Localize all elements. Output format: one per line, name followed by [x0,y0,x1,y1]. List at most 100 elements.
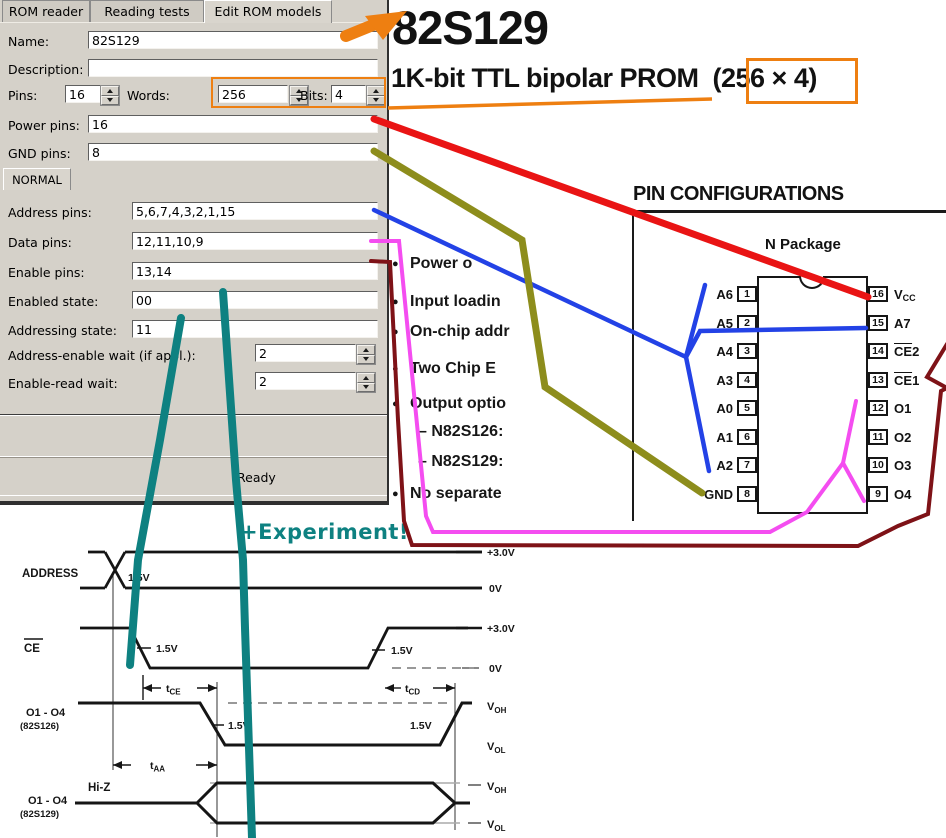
aew-down-icon[interactable] [357,355,375,365]
address-enable-wait-label: Address-enable wait (if appl.): [8,348,196,363]
orange-connector-line [388,99,712,108]
pin-label-ce2: CE2 [894,344,946,359]
pin-11: 11 [868,429,888,445]
pin-2: 2 [737,315,757,331]
status-text: Ready [237,470,276,485]
svg-text:1.5V: 1.5V [228,720,250,732]
pin-8: 8 [737,486,757,502]
separator [0,495,387,496]
separator [0,457,387,458]
svg-text:1.5V: 1.5V [156,643,178,655]
svg-text:+3.0V: +3.0V [487,623,515,635]
svg-text:VOL: VOL [487,741,506,755]
tab-edit-rom-models[interactable]: Edit ROM models [204,0,332,23]
datasheet-title: 82S129 [392,0,548,55]
feature-bullets: ●Power o ●Input loadin ●On-chip addr ●Tw… [392,246,631,514]
pin-6: 6 [737,429,757,445]
pins-down-icon[interactable] [101,96,119,106]
pins-input[interactable] [65,85,102,103]
separator [0,415,387,416]
data-pins-label: Data pins: [8,235,72,250]
o14-129-waveform [75,783,470,823]
prom-size-highlight-box [746,58,858,104]
svg-text:1.5V: 1.5V [410,720,432,732]
ce-row-label: CE [24,643,40,655]
aew-up-icon[interactable] [357,345,375,355]
description-input[interactable] [88,59,378,77]
enabled-state-label: Enabled state: [8,294,98,309]
timing-diagram: ADDRESS CE O1 - O4 (82S126) Hi-Z O1 - O4… [0,540,530,838]
enabled-state-input[interactable] [132,291,378,309]
power-pins-input[interactable] [88,115,378,133]
pin-label-a1: A1 [680,430,733,445]
pin-9: 9 [868,486,888,502]
data-pins-input[interactable] [132,232,378,250]
bullet-item: ●Input loadin [392,293,501,311]
words-bits-highlight-box [211,77,386,108]
heading-rule [633,210,946,213]
address-enable-wait-stepper[interactable] [356,344,376,365]
enable-pins-input[interactable] [132,262,378,280]
svg-text:1.5V: 1.5V [391,645,413,657]
addressing-state-input[interactable] [132,320,378,338]
address-row-label: ADDRESS [22,568,79,580]
address-pins-input[interactable] [132,202,378,220]
tab-normal-mode[interactable]: NORMAL [3,168,71,190]
pin-13: 13 [868,372,888,388]
name-label: Name: [8,34,49,49]
pin-4: 4 [737,372,757,388]
pin-10: 10 [868,457,888,473]
pin-3: 3 [737,343,757,359]
pin-label-o4: O4 [894,487,946,502]
enable-read-wait-label: Enable-read wait: [8,376,118,391]
hiz-label: Hi-Z [88,782,110,794]
pin-label-a7: A7 [894,316,946,331]
addressing-state-label: Addressing state: [8,323,117,338]
rom-tool-window: ROM reader Reading tests Edit ROM models… [0,0,389,505]
svg-text:(82S126): (82S126) [20,721,59,732]
pin-16: 16 [868,286,888,302]
bullet-item: ●No separate [392,485,502,503]
address-pins-label: Address pins: [8,205,92,220]
bullet-item: ●Power o [392,255,472,273]
bullet-subitem: – N82S129: [418,453,503,471]
erw-up-icon[interactable] [357,373,375,383]
pin-7: 7 [737,457,757,473]
gnd-pins-input[interactable] [88,143,378,161]
words-label: Words: [127,88,170,103]
chip-outline [757,276,868,514]
description-label: Description: [8,62,83,77]
pin-5: 5 [737,400,757,416]
pin-box-border [632,210,634,521]
tab-rom-reader[interactable]: ROM reader [2,0,90,22]
pin-label-o3: O3 [894,458,946,473]
bullet-item: ●On-chip addr [392,323,510,341]
pin-1: 1 [737,286,757,302]
pin-label-o2: O2 [894,430,946,445]
svg-text:tCE: tCE [166,683,181,697]
bullet-subitem: – N82S126: [418,423,503,441]
address-enable-wait-input[interactable] [255,344,356,362]
gnd-pins-label: GND pins: [8,146,71,161]
pins-label: Pins: [8,88,37,103]
svg-text:0V: 0V [489,583,502,595]
name-input[interactable] [88,31,378,49]
enable-read-wait-stepper[interactable] [356,372,376,393]
svg-text:0V: 0V [489,663,502,675]
svg-text:tCD: tCD [405,683,420,697]
subtitle-text: 1K-bit TTL bipolar PROM [391,63,699,93]
pins-up-icon[interactable] [101,86,119,96]
enable-read-wait-input[interactable] [255,372,356,390]
reference-lines [113,575,455,837]
svg-text:+3.0V: +3.0V [487,547,515,559]
svg-text:VOL: VOL [487,819,506,833]
pin-label-a0: A0 [680,401,733,416]
pins-stepper[interactable] [100,85,120,106]
svg-text:VOH: VOH [487,701,507,715]
pin-label-a5: A5 [680,316,733,331]
pin-label-vcc: VCC [894,287,946,303]
pin-12: 12 [868,400,888,416]
erw-down-icon[interactable] [357,383,375,393]
tab-reading-tests[interactable]: Reading tests [90,0,204,22]
pin-15: 15 [868,315,888,331]
